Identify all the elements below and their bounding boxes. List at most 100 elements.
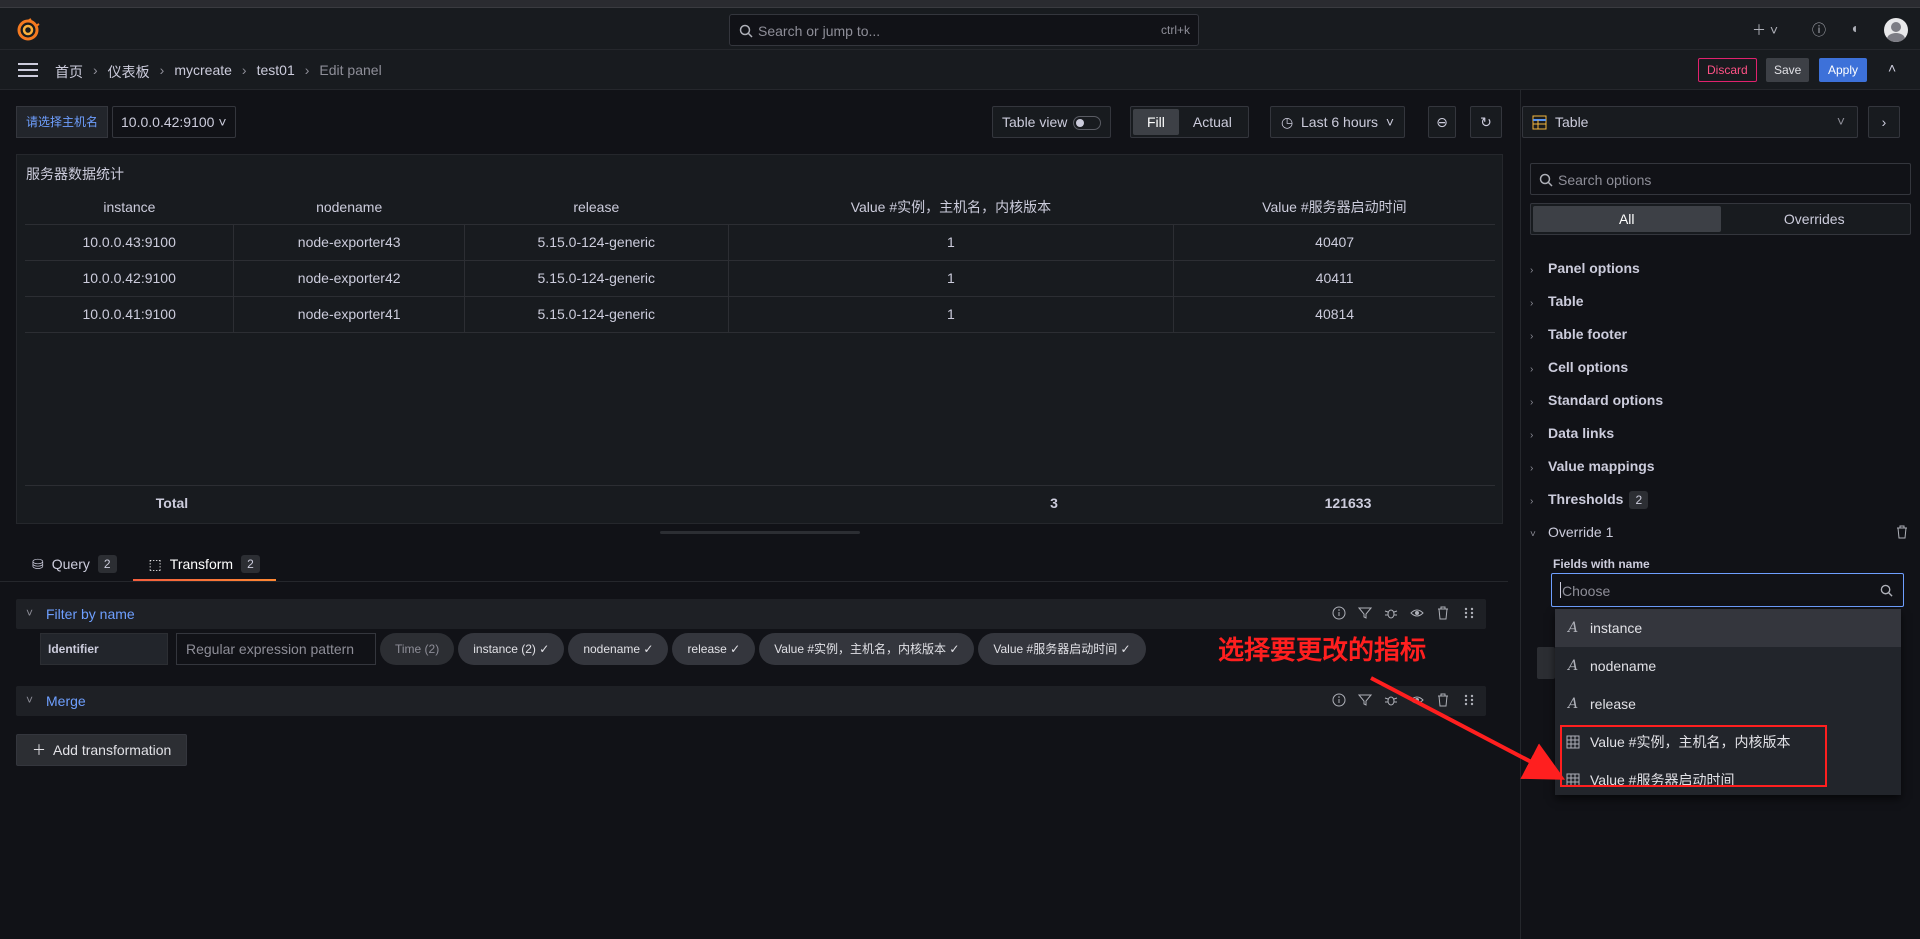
fields-with-name-label: Fields with name (1553, 557, 1650, 571)
variable-select[interactable]: 10.0.0.42:9100 ˅ (112, 106, 236, 138)
grafana-logo-icon[interactable] (16, 18, 40, 42)
chevron-right-icon[interactable]: › (1868, 106, 1900, 138)
chevron-right-icon: › (1530, 397, 1534, 408)
section-value-mappings[interactable]: › Value mappings (1530, 452, 1655, 480)
menu-item-nodename[interactable]: Anodename (1555, 647, 1901, 685)
visualization-picker[interactable]: Table ˅ (1522, 106, 1858, 138)
field-chip-time[interactable]: Time (2) (380, 633, 455, 665)
regex-input[interactable]: Regular expression pattern (176, 633, 376, 665)
table-cell: 10.0.0.41:9100 (25, 296, 235, 333)
field-chip-value-uptime[interactable]: Value #服务器启动时间 ✓ (978, 633, 1146, 665)
column-header[interactable]: Value #服务器启动时间 (1173, 190, 1495, 225)
breadcrumb: 首页 › 仪表板 › mycreate › test01 › Edit panel (55, 62, 382, 82)
filter-icon[interactable] (1358, 693, 1372, 707)
breadcrumb-current: Edit panel (319, 62, 382, 78)
drag-handle-icon[interactable] (1462, 606, 1476, 620)
fill-option[interactable]: Fill (1133, 109, 1179, 135)
apply-button[interactable]: Apply (1819, 58, 1868, 82)
data-table: instance nodename release Value #实例，主机名，… (25, 190, 1495, 333)
news-feed-icon[interactable]: ◖ (1850, 20, 1858, 36)
time-range-picker[interactable]: ◷ Last 6 hours ˅ (1270, 106, 1406, 138)
chevron-right-icon: › (93, 62, 98, 78)
trash-icon[interactable] (1895, 525, 1909, 539)
section-data-links[interactable]: › Data links (1530, 419, 1614, 447)
field-chip-release[interactable]: release ✓ (672, 633, 756, 665)
refresh-button[interactable]: ↻ (1470, 106, 1502, 138)
breadcrumb-dashboard[interactable]: test01 (257, 62, 295, 82)
menu-item-label: release (1590, 696, 1636, 712)
chevron-up-icon[interactable]: ˄ (1888, 60, 1896, 76)
column-header[interactable]: release (464, 190, 729, 225)
section-table[interactable]: › Table (1530, 287, 1584, 315)
add-transformation-button[interactable]: ＋ Add transformation (16, 734, 188, 766)
panel-resize-handle[interactable] (660, 531, 860, 534)
eye-icon[interactable] (1410, 606, 1424, 620)
field-chip-value-instance-info[interactable]: Value #实例，主机名，内核版本 ✓ (759, 633, 975, 665)
section-thresholds[interactable]: › Thresholds 2 (1530, 485, 1649, 513)
top-bar: Search or jump to... ctrl+k ＋ ˅ ⓘ ◖ (0, 8, 1920, 50)
trash-icon[interactable] (1436, 606, 1450, 620)
info-icon[interactable] (1332, 693, 1346, 707)
menu-item-label: instance (1590, 620, 1643, 636)
chevron-down-icon[interactable]: ˅ (26, 693, 33, 707)
divider (0, 581, 1508, 582)
drag-handle-icon[interactable] (1462, 693, 1476, 707)
merge-header[interactable]: ˅ Merge (16, 686, 1486, 716)
zoom-out-icon: ⊖ (1436, 114, 1448, 130)
add-transformation-label: Add transformation (53, 742, 172, 758)
table-cell: 5.15.0-124-generic (464, 224, 729, 261)
plus-icon[interactable]: ＋ ˅ (1752, 20, 1778, 40)
identifier-label: Identifier (40, 633, 168, 665)
trash-icon[interactable] (1436, 693, 1450, 707)
discard-button[interactable]: Discard (1698, 58, 1757, 82)
help-icon[interactable]: ⓘ (1812, 20, 1826, 40)
field-name-select[interactable]: Choose (1551, 573, 1904, 607)
plus-icon: ＋ (32, 742, 46, 758)
toggle-switch[interactable] (1073, 116, 1102, 131)
options-search-input[interactable]: Search options (1530, 163, 1911, 195)
editor-tabs: ⛁ Query 2 ⬚ Transform 2 (16, 548, 276, 582)
menu-item-release[interactable]: Arelease (1555, 685, 1901, 723)
column-header[interactable]: Value #实例，主机名，内核版本 (728, 190, 1174, 225)
menu-item-instance[interactable]: Ainstance (1555, 609, 1901, 647)
table-row: 10.0.0.41:9100 node-exporter41 5.15.0-12… (25, 296, 1495, 333)
actual-option[interactable]: Actual (1179, 109, 1246, 135)
eye-icon[interactable] (1410, 693, 1424, 707)
breadcrumb-home[interactable]: 首页 (55, 62, 83, 82)
user-avatar[interactable] (1884, 18, 1908, 42)
chevron-down-icon[interactable]: ˅ (26, 606, 33, 620)
search-input[interactable]: Search or jump to... ctrl+k (729, 14, 1199, 46)
section-panel-options[interactable]: › Panel options (1530, 254, 1640, 282)
overrides-option[interactable]: Overrides (1721, 206, 1909, 232)
tab-query[interactable]: ⛁ Query 2 (16, 548, 133, 580)
zoom-out-button[interactable]: ⊖ (1428, 106, 1456, 138)
menu-icon[interactable] (18, 63, 38, 77)
section-table-footer[interactable]: › Table footer (1530, 320, 1627, 348)
transform-actions (1332, 693, 1476, 707)
refresh-icon: ↻ (1480, 114, 1492, 130)
section-cell-options[interactable]: › Cell options (1530, 353, 1628, 381)
all-option[interactable]: All (1533, 206, 1721, 232)
chevron-right-icon: › (1530, 298, 1534, 309)
column-header[interactable]: instance (25, 190, 234, 225)
section-override-1[interactable]: ˅ Override 1 (1530, 518, 1613, 546)
table-view-label: Table view (1002, 114, 1068, 130)
save-button[interactable]: Save (1766, 58, 1810, 82)
breadcrumb-dashboards[interactable]: 仪表板 (108, 62, 150, 82)
breadcrumb-folder[interactable]: mycreate (174, 62, 232, 82)
debug-icon[interactable] (1384, 606, 1398, 620)
tab-transform[interactable]: ⬚ Transform 2 (132, 548, 276, 582)
text-field-icon: A (1567, 696, 1579, 712)
filter-by-name-header[interactable]: ˅ Filter by name (16, 599, 1486, 629)
field-chip-instance[interactable]: instance (2) ✓ (458, 633, 565, 665)
table-cell: node-exporter43 (233, 224, 466, 261)
section-standard-options[interactable]: › Standard options (1530, 386, 1663, 414)
field-chip-nodename[interactable]: nodename ✓ (568, 633, 669, 665)
table-cell: 40814 (1173, 296, 1495, 333)
database-icon: ⛁ (32, 556, 44, 572)
table-view-toggle[interactable]: Table view (992, 106, 1112, 138)
filter-icon[interactable] (1358, 606, 1372, 620)
debug-icon[interactable] (1384, 693, 1398, 707)
info-icon[interactable] (1332, 606, 1346, 620)
column-header[interactable]: nodename (233, 190, 465, 225)
